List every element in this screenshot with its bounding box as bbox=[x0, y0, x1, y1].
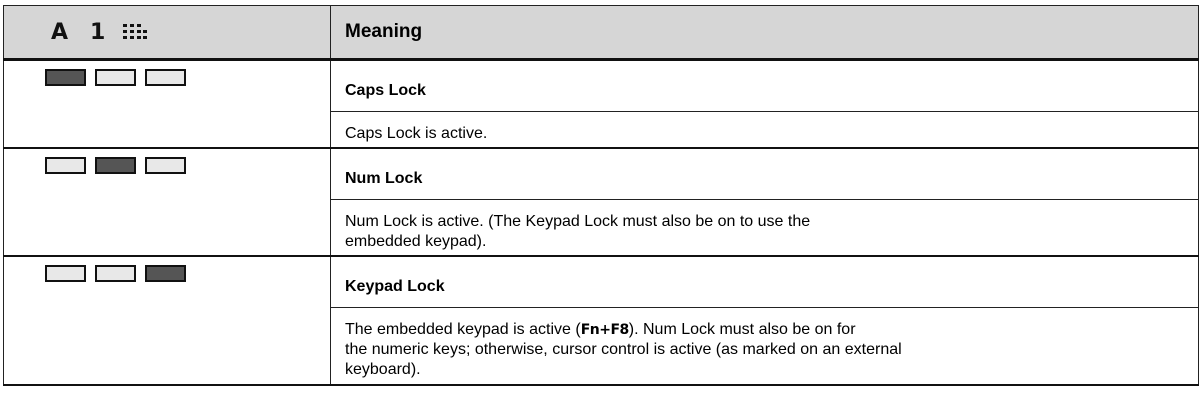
meaning-cell: Caps Lock Caps Lock is active. bbox=[330, 59, 1199, 149]
led-group bbox=[4, 257, 330, 282]
table-row: Keypad Lock The embedded keypad is activ… bbox=[3, 256, 1199, 386]
keypad-led bbox=[145, 265, 186, 282]
description-line: keyboard). bbox=[345, 361, 421, 378]
mode-title: Caps Lock bbox=[345, 82, 426, 99]
led-group bbox=[4, 61, 330, 86]
description-text: The embedded keypad is active ( bbox=[345, 321, 581, 338]
num-led bbox=[95, 265, 136, 282]
mode-description: Num Lock is active. (The Keypad Lock mus… bbox=[331, 200, 1198, 255]
indicator-header: A 1 bbox=[4, 20, 330, 45]
meaning-cell: Keypad Lock The embedded keypad is activ… bbox=[330, 256, 1199, 386]
keypad-led bbox=[145, 69, 186, 86]
meaning-cell: Num Lock Num Lock is active. (The Keypad… bbox=[330, 148, 1199, 257]
keypad-grid-icon bbox=[123, 23, 148, 41]
num-led bbox=[95, 157, 136, 174]
description-text: Caps Lock is active. bbox=[345, 125, 488, 142]
description-line: Num Lock is active. (The Keypad Lock mus… bbox=[345, 213, 811, 230]
num-led bbox=[95, 69, 136, 86]
mode-description: The embedded keypad is active (Fn+F8). N… bbox=[331, 308, 1198, 384]
page: { "header": { "indicator_a": "A", "indic… bbox=[0, 0, 1204, 415]
caps-led bbox=[45, 69, 86, 86]
caps-led bbox=[45, 157, 86, 174]
indicator-header-cell: A 1 bbox=[3, 5, 331, 61]
description-line: the numeric keys; otherwise, cursor cont… bbox=[345, 341, 902, 358]
description-line: embedded keypad). bbox=[345, 233, 487, 250]
mode-description: Caps Lock is active. bbox=[331, 112, 1198, 147]
indicator-cell bbox=[3, 59, 331, 149]
indicator-table: A 1 Meaning Caps Lock Caps Lock is activ… bbox=[3, 5, 1199, 386]
mode-title: Num Lock bbox=[345, 170, 423, 187]
caps-led bbox=[45, 265, 86, 282]
meaning-header-cell: Meaning bbox=[330, 5, 1199, 61]
led-group bbox=[4, 149, 330, 174]
keypad-led bbox=[145, 157, 186, 174]
meaning-header: Meaning bbox=[345, 21, 423, 42]
table-header-row: A 1 Meaning bbox=[3, 5, 1199, 61]
shortcut-key: Fn+F8 bbox=[580, 322, 630, 338]
table-row: Caps Lock Caps Lock is active. bbox=[3, 59, 1199, 149]
caps-indicator-letter: A bbox=[51, 19, 69, 45]
indicator-cell bbox=[3, 148, 331, 257]
indicator-cell bbox=[3, 256, 331, 386]
num-indicator-digit: 1 bbox=[90, 19, 106, 45]
table-row: Num Lock Num Lock is active. (The Keypad… bbox=[3, 148, 1199, 257]
description-text: ). Num Lock must also be on for bbox=[628, 321, 856, 338]
mode-title: Keypad Lock bbox=[345, 278, 445, 295]
